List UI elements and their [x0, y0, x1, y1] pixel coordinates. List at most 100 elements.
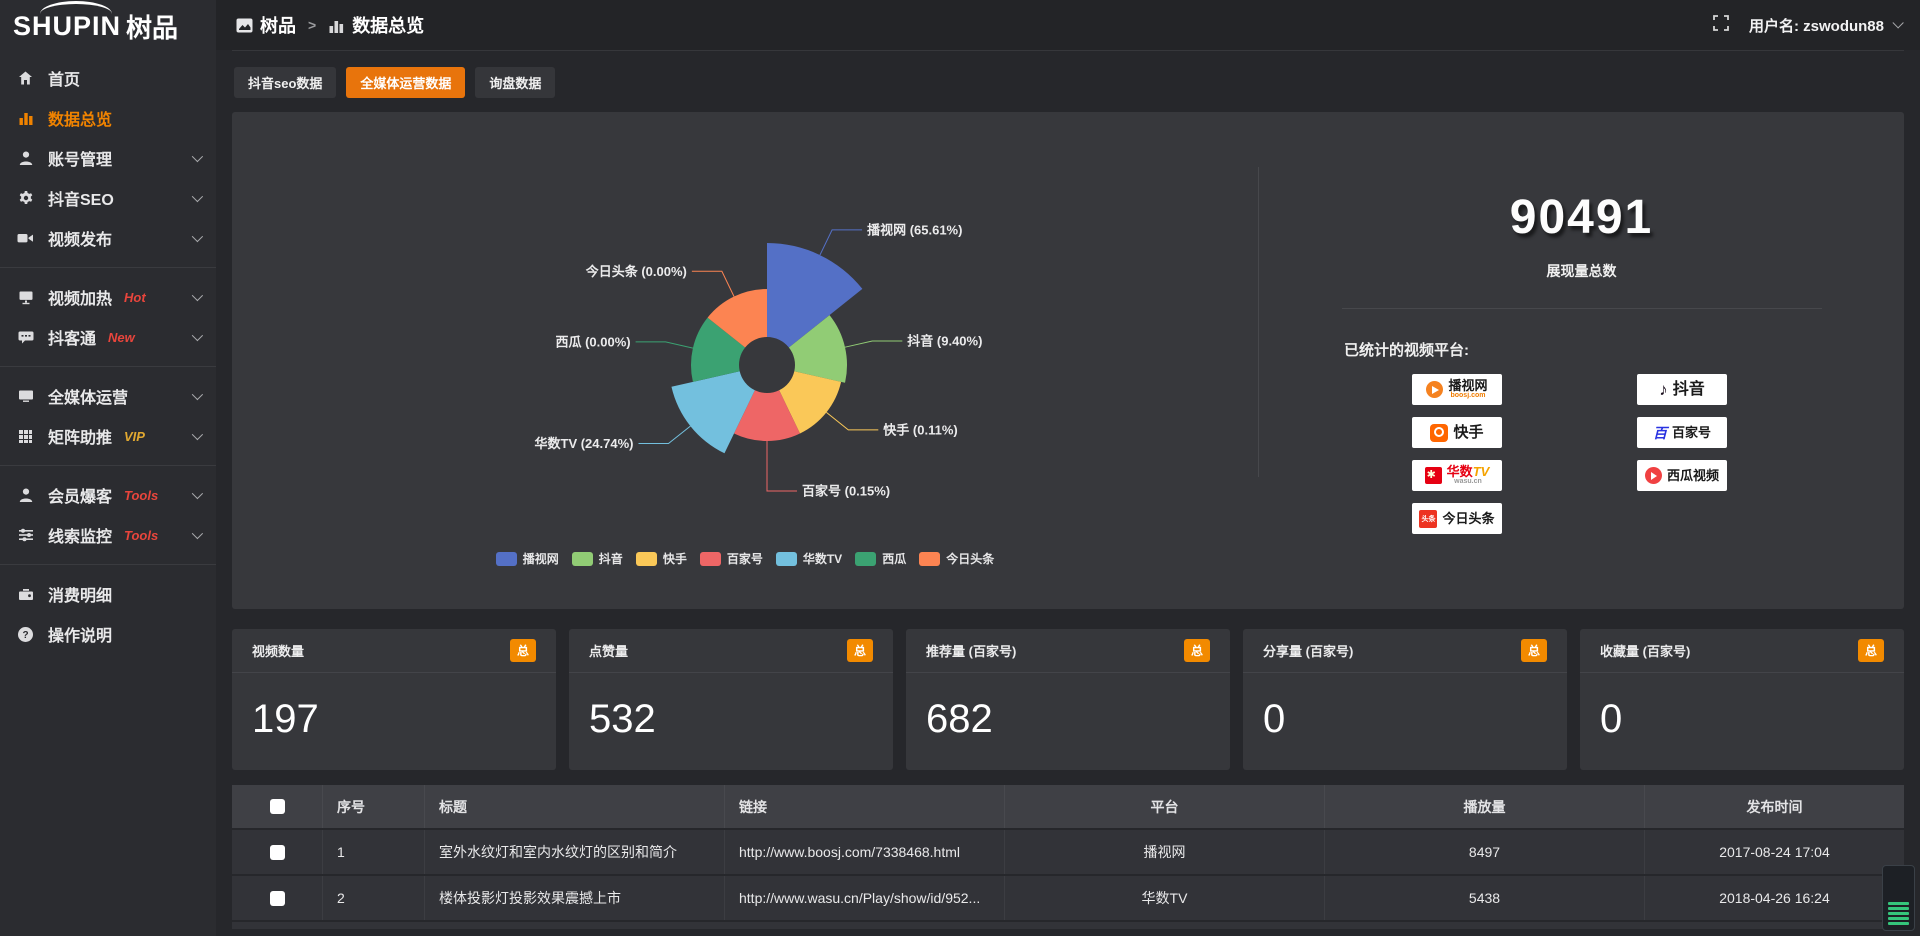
cell-url-link[interactable]: http://www.wasu.cn/Play/show/id/952... [724, 876, 1004, 920]
legend-item-西瓜[interactable]: 西瓜 [855, 550, 906, 567]
cell-no: 1 [322, 830, 424, 874]
platform-name: 播视网 [1448, 379, 1487, 392]
sidebar-item-doketong[interactable]: 抖客通 New [0, 317, 216, 357]
sidebar-item-member-burst[interactable]: 会员爆客 Tools [0, 475, 216, 515]
table-row-partial [232, 922, 1904, 929]
wallet-icon [16, 586, 35, 602]
tab-inquiry-data[interactable]: 询盘数据 [475, 67, 555, 98]
widget-bar [1888, 907, 1909, 910]
total-badge: 总 [1184, 639, 1210, 662]
widget-bar [1888, 902, 1909, 905]
douyin-logo-icon: ♪ [1659, 381, 1668, 398]
breadcrumb-home[interactable]: 树品 [260, 12, 296, 38]
fullscreen-icon[interactable] [1713, 15, 1729, 36]
sidebar-item-omnimedia[interactable]: 全媒体运营 [0, 376, 216, 416]
cell-plays: 8497 [1324, 830, 1644, 874]
platforms-title: 已统计的视频平台: [1344, 339, 1904, 360]
sidebar-item-label: 视频加热 [48, 285, 112, 309]
sidebar-item-label: 会员爆客 [48, 483, 112, 507]
card-label: 点赞量 [589, 641, 628, 660]
hot-badge: Hot [124, 290, 146, 305]
col-header-plays: 播放量 [1324, 785, 1644, 828]
platform-badge-kuaishou: 快手 [1412, 417, 1502, 448]
legend-label: 华数TV [803, 550, 842, 567]
summary-divider [1342, 308, 1822, 309]
breadcrumb-home-icon [236, 18, 253, 33]
legend-item-华数TV[interactable]: 华数TV [776, 550, 842, 567]
platform-subtext: boosj.com [1450, 392, 1485, 400]
legend-swatch [572, 552, 593, 566]
logo-text-cn: 树品 [126, 8, 178, 45]
monitor-icon [16, 388, 35, 404]
user-icon [16, 150, 35, 166]
legend-label: 播视网 [523, 550, 559, 567]
sidebar-item-account-mgmt[interactable]: 账号管理 [0, 138, 216, 178]
platform-name: 西瓜视频 [1667, 469, 1719, 482]
sidebar-item-data-overview[interactable]: 数据总览 [0, 98, 216, 138]
pie-label: 快手 (0.11%) [883, 422, 957, 437]
sidebar-item-douyin-seo[interactable]: 抖音SEO [0, 178, 216, 218]
legend-swatch [636, 552, 657, 566]
breadcrumb-page-icon [328, 18, 345, 33]
legend-item-播视网[interactable]: 播视网 [496, 550, 559, 567]
screen-icon [16, 289, 35, 305]
pie-label: 百家号 (0.15%) [802, 484, 890, 499]
pie-label-line [820, 230, 862, 255]
legend-item-快手[interactable]: 快手 [636, 550, 687, 567]
grid-icon [16, 429, 35, 444]
cell-title-link[interactable]: 室外水纹灯和室内水纹灯的区别和简介 [424, 830, 724, 874]
sidebar-item-home[interactable]: 首页 [0, 58, 216, 98]
boosj-logo-icon [1426, 381, 1443, 398]
breadcrumb-separator: > [308, 17, 316, 33]
chevron-down-icon [192, 488, 203, 499]
legend-item-今日头条[interactable]: 今日头条 [919, 550, 994, 567]
tab-bar: 抖音seo数据 全媒体运营数据 询盘数据 [234, 67, 1904, 98]
breadcrumb-current: 数据总览 [352, 12, 424, 38]
platform-name: 华数 [1447, 464, 1473, 479]
svg-text:?: ? [22, 630, 28, 641]
sidebar-item-label: 抖音SEO [48, 186, 114, 210]
sidebar-divider [0, 366, 216, 367]
sidebar-item-video-publish[interactable]: 视频发布 [0, 218, 216, 258]
tab-omnimedia-data[interactable]: 全媒体运营数据 [346, 67, 465, 98]
platform-name: 今日头条 [1442, 512, 1494, 525]
col-header-title: 标题 [424, 785, 724, 828]
tab-douyin-seo-data[interactable]: 抖音seo数据 [234, 67, 336, 98]
sidebar-item-matrix-boost[interactable]: 矩阵助推 VIP [0, 416, 216, 456]
platform-badge-xigua: 西瓜视频 [1637, 460, 1727, 491]
sidebar-item-help[interactable]: ? 操作说明 [0, 614, 216, 654]
row-checkbox[interactable] [270, 891, 285, 906]
sidebar-item-spend-detail[interactable]: 消费明细 [0, 574, 216, 614]
card-label: 收藏量 (百家号) [1600, 641, 1690, 660]
table-row: 1 室外水纹灯和室内水纹灯的区别和简介 http://www.boosj.com… [232, 830, 1904, 874]
platform-badge-baijiahao: 百 百家号 [1637, 417, 1727, 448]
platform-badge-boosj: 播视网boosj.com [1412, 374, 1502, 405]
app-logo[interactable]: SHUPIN 树品 [0, 0, 216, 52]
card-value: 197 [232, 673, 556, 770]
toutiao-logo-icon: 头条 [1419, 510, 1437, 528]
cell-no: 2 [322, 876, 424, 920]
user-menu[interactable]: 用户名: zswodun88 [1749, 15, 1900, 36]
legend-item-百家号[interactable]: 百家号 [700, 550, 763, 567]
sidebar-item-lead-monitor[interactable]: 线索监控 Tools [0, 515, 216, 555]
select-all-checkbox[interactable] [270, 799, 285, 814]
legend-item-抖音[interactable]: 抖音 [572, 550, 623, 567]
stat-card-video-count: 视频数量 总 197 [232, 629, 556, 770]
videos-table: 序号 标题 链接 平台 播放量 发布时间 1 室外水纹灯和室内水纹灯的区别和简介… [232, 785, 1904, 929]
floating-widget[interactable] [1882, 865, 1915, 931]
row-checkbox[interactable] [270, 845, 285, 860]
total-badge: 总 [510, 639, 536, 662]
chevron-down-icon [192, 191, 203, 202]
card-value: 532 [569, 673, 893, 770]
table-header-row: 序号 标题 链接 平台 播放量 发布时间 [232, 785, 1904, 828]
total-badge: 总 [1858, 639, 1884, 662]
pie-chart-section: 播视网 (65.61%)抖音 (9.40%)快手 (0.11%)百家号 (0.1… [232, 112, 1258, 609]
pie-slice-华数TV[interactable] [671, 371, 754, 453]
card-label: 视频数量 [252, 641, 304, 660]
pie-label-line [826, 412, 878, 429]
cell-title-link[interactable]: 楼体投影灯投影效果震撼上市 [424, 876, 724, 920]
sidebar-item-video-heat[interactable]: 视频加热 Hot [0, 277, 216, 317]
cell-url-link[interactable]: http://www.boosj.com/7338468.html [724, 830, 1004, 874]
legend-label: 快手 [663, 550, 687, 567]
sidebar-item-label: 全媒体运营 [48, 384, 128, 408]
